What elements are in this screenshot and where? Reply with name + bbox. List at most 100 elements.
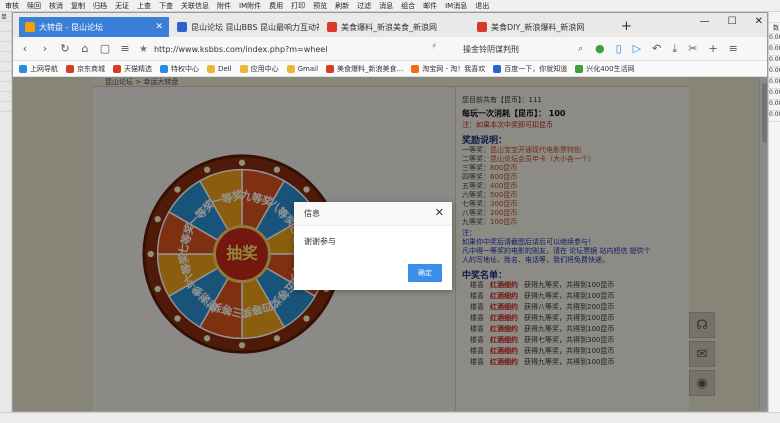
menu-item[interactable]: 打印 [288, 1, 308, 11]
close-tab-icon[interactable]: ✕ [155, 22, 163, 32]
lightning-icon[interactable]: ⚡ [431, 42, 437, 52]
bookmark-star-icon[interactable]: ★ [139, 44, 148, 55]
tab-ksbbs[interactable]: 昆山论坛 昆山BBS 昆山最响力互动社区 [171, 17, 319, 37]
bookmark-label: 兴化400生活网 [586, 64, 635, 73]
bookmark-item[interactable]: 天猫精选 [113, 64, 152, 74]
bookmark-label: 京东商城 [77, 64, 105, 73]
play-icon[interactable]: ▷ [633, 42, 641, 56]
bookmark-favicon-icon [19, 64, 27, 73]
bookmarks-bar: 上网导航 京东商城 天猫精选 特权中心 Dell 应用中心 Gmail 美食爆料_新浪美食..… [13, 61, 767, 77]
tab-favicon-icon [177, 22, 187, 32]
tab-label: 昆山论坛 昆山BBS 昆山最响力互动社区 [191, 22, 319, 32]
back-icon[interactable]: ‹ [17, 42, 33, 55]
menu-item[interactable]: 组合 [398, 1, 418, 11]
refresh-icon[interactable]: ↻ [57, 42, 73, 55]
navigation-bar: ‹ › ↻ ⌂ ▢ ≡ ★ http://www.ksbbs.com/index… [13, 37, 767, 61]
undo-icon[interactable]: ↶ [652, 42, 661, 56]
bookmark-item[interactable]: 兴化400生活网 [575, 64, 635, 74]
right-cell: 0.00 [769, 67, 780, 78]
dialog-title: 信息 ✕ [294, 202, 452, 226]
right-cell: 0.00 [769, 100, 780, 111]
bookmark-item[interactable]: 上网导航 [19, 64, 58, 74]
menu-item[interactable]: 归档 [90, 1, 110, 11]
bookmark-favicon-icon [575, 64, 584, 73]
bookmark-favicon-icon [207, 64, 215, 73]
window-controls: — ☐ ✕ [700, 16, 763, 27]
chat-icon[interactable]: ● [595, 42, 605, 56]
bookmark-label: Gmail [297, 64, 319, 73]
bookmark-favicon-icon [160, 64, 168, 73]
new-tab-button[interactable]: + [621, 19, 632, 34]
bookmark-item[interactable]: 百度一下，你就知道 [493, 64, 567, 74]
bookmark-label: 百度一下，你就知道 [504, 64, 568, 73]
menu-item[interactable]: 过滤 [354, 1, 374, 11]
phone-icon[interactable]: ▯ [616, 42, 622, 56]
bookmark-item[interactable]: 京东商城 [66, 64, 105, 74]
tab-label: 美食DIY_新浪爆料_新浪网 [491, 22, 585, 32]
bookmark-favicon-icon [493, 64, 502, 73]
erp-top-menu: 审核 赎回 核消 复制 归档 无证 上查 下查 关联信息 附件 IM附件 费用 打印 预览 刷新 过滤 消息 组合… [0, 0, 780, 12]
search-icon[interactable]: ⌕ [578, 44, 583, 54]
left-cell [0, 102, 11, 112]
cut-icon[interactable]: ✂ [688, 42, 697, 56]
menu-item[interactable]: 退出 [472, 1, 492, 11]
menu-icon[interactable]: ≡ [117, 42, 133, 55]
menu-item[interactable]: 预览 [310, 1, 330, 11]
menu-item[interactable]: 下查 [156, 1, 176, 11]
menu-item[interactable]: 赎回 [24, 1, 44, 11]
tab-food-diy[interactable]: 美食DIY_新浪爆料_新浪网 [471, 17, 619, 37]
bookmark-favicon-icon [326, 64, 335, 73]
forward-icon[interactable]: › [37, 42, 53, 55]
bookmark-item[interactable]: 美食爆料_新浪美食... [326, 64, 403, 74]
menu-item[interactable]: 刷新 [332, 1, 352, 11]
menu-item[interactable]: 核消 [46, 1, 66, 11]
address-bar[interactable]: ★ http://www.ksbbs.com/index.php?m=wheel [139, 41, 451, 57]
tab-lucky-wheel[interactable]: 大转盘 - 昆山论坛 ✕ [19, 17, 169, 37]
menu-item[interactable]: 审核 [2, 1, 22, 11]
menu-icon[interactable]: ≡ [729, 42, 738, 56]
bookmark-label: Dell [218, 64, 232, 73]
menu-item[interactable]: IM附件 [236, 1, 264, 11]
left-cell [0, 32, 11, 42]
right-cell: 0.00 [769, 111, 780, 122]
menu-item[interactable]: 费用 [266, 1, 286, 11]
menu-item[interactable]: 无证 [112, 1, 132, 11]
add-icon[interactable]: + [708, 42, 717, 56]
bookmark-label: 上网导航 [30, 64, 58, 73]
right-cell: 0.00 [769, 89, 780, 100]
bookmark-item[interactable]: 应用中心 [239, 64, 279, 74]
search-input[interactable]: 操金铃阴谋判刑 [463, 44, 519, 55]
left-cell [0, 82, 11, 92]
left-cell [0, 62, 11, 72]
search-box[interactable]: 操金铃阴谋判刑 ⌕ [463, 41, 583, 57]
dialog-message: 谢谢参与 [304, 237, 336, 246]
close-icon[interactable]: ✕ [435, 206, 444, 219]
bookmark-item[interactable]: 特权中心 [160, 64, 199, 74]
close-window-button[interactable]: ✕ [755, 16, 763, 27]
bookmark-favicon-icon [66, 64, 74, 73]
bookmark-item[interactable]: Gmail [286, 64, 319, 73]
menu-item[interactable]: 消息 [376, 1, 396, 11]
reader-icon[interactable]: ▢ [97, 42, 113, 55]
menu-item[interactable]: 附件 [214, 1, 234, 11]
bookmark-item[interactable]: Dell [207, 64, 232, 73]
menu-item[interactable]: IM消息 [442, 1, 470, 11]
maximize-button[interactable]: ☐ [728, 16, 737, 27]
tab-label: 美食爆料_新浪美食_新浪网 [341, 22, 437, 32]
menu-item[interactable]: 上查 [134, 1, 154, 11]
url-text[interactable]: http://www.ksbbs.com/index.php?m=wheel [154, 45, 327, 54]
bookmark-item[interactable]: 淘宝网 - 淘！我喜欢 [411, 64, 485, 74]
download-icon[interactable]: ⤓ [672, 42, 677, 56]
menu-item[interactable]: 关联信息 [178, 1, 212, 11]
ok-button[interactable]: 确定 [408, 264, 442, 282]
tab-food-news[interactable]: 美食爆料_新浪美食_新浪网 [321, 17, 469, 37]
tab-label: 大转盘 - 昆山论坛 [39, 22, 103, 32]
right-cell [769, 12, 780, 23]
tab-favicon-icon [25, 22, 35, 32]
minimize-button[interactable]: — [700, 16, 710, 27]
menu-item[interactable]: 邮件 [420, 1, 440, 11]
right-cell: 0.00 [769, 78, 780, 89]
left-cell [0, 22, 11, 32]
home-icon[interactable]: ⌂ [77, 42, 93, 55]
menu-item[interactable]: 复制 [68, 1, 88, 11]
